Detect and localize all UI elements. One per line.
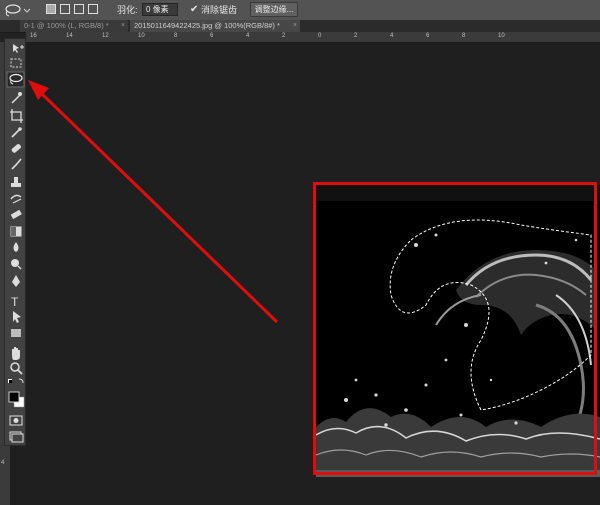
ruler-tick: 10 (498, 33, 505, 39)
horizontal-ruler: 16 14 12 10 8 6 4 2 0 2 4 6 8 10 (26, 32, 600, 43)
close-icon[interactable]: × (121, 20, 125, 32)
options-bar: 羽化: 0 像素 ✔ 消除锯齿 调整边缘... (0, 0, 600, 21)
brush-icon (11, 158, 22, 170)
hand-icon (12, 347, 20, 360)
feather-input[interactable]: 0 像素 (142, 3, 178, 16)
path-select-icon (13, 311, 21, 323)
ruler-tick: 2 (282, 33, 286, 39)
new-selection-icon[interactable] (46, 4, 56, 14)
quick-mask-icon (9, 415, 23, 426)
chevron-down-icon (23, 8, 31, 13)
ruler-tick: 6 (426, 33, 430, 39)
marquee-icon (10, 58, 22, 68)
feather-label: 羽化: (117, 5, 138, 15)
foreground-color-swatch (8, 391, 20, 403)
healing-brush-icon (11, 144, 21, 153)
subtract-selection-icon[interactable] (74, 4, 84, 14)
lasso-icon (5, 4, 31, 17)
magic-wand-icon (11, 92, 22, 104)
ruler-tick: 10 (138, 33, 145, 39)
toolbox-icons: T (6, 44, 25, 443)
tab-label: 0-1 @ 100% (L, RGB/8) * (24, 21, 109, 30)
intersect-selection-icon[interactable] (88, 4, 98, 14)
blur-icon (13, 242, 19, 252)
shape-icon (11, 329, 21, 337)
refine-edge-button[interactable]: 调整边缘... (250, 2, 298, 17)
crop-icon (10, 109, 23, 123)
anti-alias-label: 消除锯齿 (201, 5, 238, 15)
zoom-icon (10, 362, 23, 375)
pen-icon (12, 275, 20, 287)
dodge-icon (11, 259, 22, 270)
ruler-tick: 4 (390, 33, 394, 39)
add-to-selection-icon[interactable] (60, 4, 70, 14)
anti-alias-checkbox[interactable]: ✔ (190, 3, 198, 16)
ruler-tick: 16 (30, 33, 37, 39)
eyedropper-icon (11, 127, 22, 138)
toolbox: T (4, 38, 26, 446)
tab-label: 20150116494224​25.jpg @ 100%(RGB/8#) * (134, 21, 280, 30)
tool-preset-picker[interactable] (2, 2, 32, 18)
ruler-tick: 6 (210, 33, 214, 39)
ruler-tick: 8 (174, 33, 178, 39)
annotation-highlight-box (313, 182, 597, 475)
ruler-tick: 14 (66, 33, 73, 39)
ruler-tick: 2 (354, 33, 358, 39)
eraser-icon (10, 209, 22, 220)
ruler-tick: 0 (318, 33, 322, 39)
gradient-icon (10, 226, 22, 237)
history-brush-icon (10, 194, 22, 204)
move-icon (13, 44, 24, 53)
ruler-tick: 12 (102, 33, 109, 39)
tab-document-2[interactable]: 20150116494224​25.jpg @ 100%(RGB/8#) * × (130, 20, 300, 32)
ruler-tick: 4 (1, 460, 5, 466)
tab-document-1[interactable]: 0-1 @ 100% (L, RGB/8) * × (20, 20, 128, 32)
close-icon[interactable]: × (293, 20, 297, 32)
ruler-tick: 4 (246, 33, 250, 39)
stamp-icon (11, 177, 21, 187)
ruler-tick: 8 (462, 33, 466, 39)
screen-mode-icon (9, 431, 24, 443)
type-icon: T (11, 295, 19, 309)
